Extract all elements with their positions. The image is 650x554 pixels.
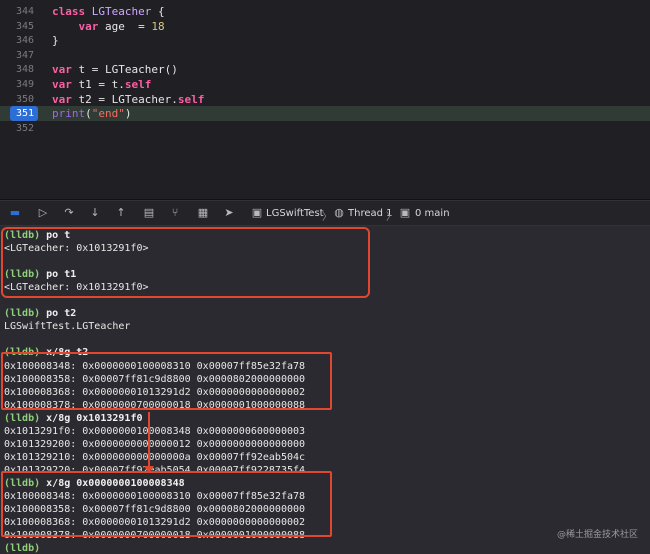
target-name[interactable]: LGSwiftTest (266, 208, 324, 219)
target-icon: ▣ (251, 206, 263, 219)
step-over-icon[interactable]: ↷ (62, 207, 76, 219)
arrow-line (148, 412, 150, 468)
code-token: ) (124, 107, 132, 121)
code-token: var (52, 63, 79, 77)
code-text: var t = LGTeacher() (52, 62, 178, 77)
code-token: t = LGTeacher() (78, 63, 178, 77)
environment-overrides-icon[interactable]: ▦ (196, 207, 210, 219)
code-line[interactable]: 349 var t1 = t.self (0, 77, 650, 92)
console-command-line: (lldb) po t2 (4, 307, 76, 320)
code-text: var t1 = t.self (52, 77, 151, 92)
code-token: class (52, 5, 92, 18)
frame-name[interactable]: 0 main (415, 208, 450, 219)
code-token: var (52, 92, 79, 106)
console-toggle-icon[interactable]: ▬ (8, 207, 22, 219)
memory-graph-icon[interactable]: ⑂ (168, 207, 182, 219)
code-line[interactable]: 348 var t = LGTeacher() (0, 62, 650, 77)
debug-toolbar: ▬ ▷ ↷ ↓ ↑ ▤ ⑂ ▦ ➤ ▣ LGSwiftTest 〉 ◍ Thre… (0, 200, 650, 226)
code-editor[interactable]: 344 class LGTeacher {345 var age = 18 346}… (0, 0, 650, 200)
code-line[interactable]: 350 var t2 = LGTeacher.self (0, 92, 650, 107)
step-out-icon[interactable]: ↑ (114, 207, 128, 219)
code-token: "end" (91, 107, 125, 121)
code-line[interactable]: 347 (0, 48, 650, 63)
console-output-line: LGSwiftTest.LGTeacher (4, 321, 131, 333)
code-text: var t2 = LGTeacher.self (52, 92, 204, 107)
code-token: } (52, 34, 59, 48)
line-number[interactable]: 350 (6, 92, 34, 107)
console-output-line: 0x1013291f0: 0x0000000100008348 0x000000… (4, 425, 306, 437)
code-token: LGTeacher (91, 5, 152, 18)
lldb-command: po t2 (46, 308, 77, 320)
simulate-location-icon[interactable]: ➤ (222, 207, 236, 219)
code-line[interactable]: 344 class LGTeacher { (0, 4, 650, 19)
line-number[interactable]: 347 (6, 48, 34, 63)
code-token: self (177, 92, 205, 106)
continue-icon[interactable]: ▷ (36, 207, 50, 219)
code-text: print("end") (52, 106, 132, 121)
code-line[interactable]: 352 (0, 121, 650, 136)
code-token: var (52, 78, 79, 91)
frame-icon: ▣ (399, 206, 411, 219)
breadcrumb-separator: 〉 (386, 212, 396, 223)
view-hierarchy-icon[interactable]: ▤ (142, 207, 156, 219)
code-text: class LGTeacher { (52, 4, 165, 19)
highlight-box-metadata-memory (1, 471, 332, 537)
code-token: { (151, 5, 165, 18)
line-number[interactable]: 352 (6, 121, 34, 136)
line-number[interactable]: 351 (10, 106, 38, 122)
code-line[interactable]: 345 var age = 18 (0, 19, 650, 34)
watermark: @稀土掘金技术社区 (556, 530, 638, 540)
code-token: t2 = LGTeacher. (78, 92, 178, 106)
line-number[interactable]: 349 (6, 77, 34, 92)
console-output-line: 0x101329200: 0x0000000000000012 0x000000… (4, 438, 306, 450)
code-text: var age = 18 (52, 19, 165, 34)
lldb-prompt: (lldb) (4, 412, 41, 424)
code-token: self (124, 78, 152, 91)
lldb-prompt: (lldb) (4, 543, 41, 554)
arrow-head-icon (144, 466, 154, 473)
thread-icon: ◍ (334, 206, 344, 219)
console-output-line: 0x101329210: 0x000000000000000a 0x00007f… (4, 451, 306, 463)
code-token: 18 (151, 19, 165, 33)
line-number[interactable]: 345 (6, 19, 34, 34)
line-number[interactable]: 346 (6, 33, 34, 48)
console-command-line: (lldb) (4, 542, 46, 554)
code-token: var (78, 19, 105, 33)
lldb-prompt: (lldb) (4, 308, 41, 320)
highlight-box-po (1, 227, 370, 298)
code-token: ( (85, 107, 92, 121)
highlight-box-t2-memory (1, 352, 332, 410)
breadcrumb-separator: 〉 (322, 212, 332, 223)
code-line[interactable]: 346} (0, 33, 650, 48)
code-token: t1 = t. (78, 78, 125, 91)
lldb-console[interactable]: (lldb) po t <LGTeacher: 0x1013291f0> (lldb… (0, 226, 650, 554)
console-command-line: (lldb) x/8g 0x1013291f0 (4, 412, 142, 425)
code-text: } (52, 33, 59, 48)
code-token: age = (105, 19, 152, 33)
code-line[interactable]: 351 print("end") (0, 106, 650, 122)
step-into-icon[interactable]: ↓ (88, 207, 102, 219)
line-number[interactable]: 344 (6, 4, 34, 19)
lldb-command: x/8g 0x1013291f0 (46, 412, 143, 424)
line-number[interactable]: 348 (6, 62, 34, 77)
code-token: print (52, 107, 86, 121)
